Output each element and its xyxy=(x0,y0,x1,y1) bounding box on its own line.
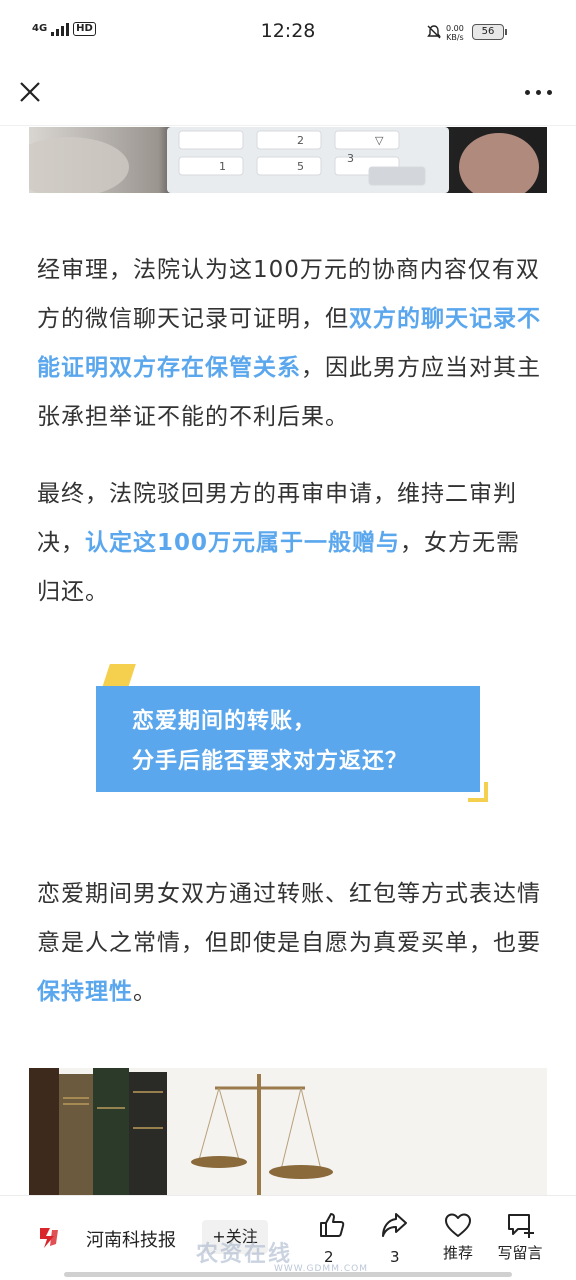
source-name[interactable]: 河南科技报 xyxy=(86,1226,176,1252)
article-paragraph-3: 恋爱期间男女双方通过转账、红包等方式表达情意是人之常情，但即使是自愿为真爱买单，… xyxy=(37,870,541,1017)
status-bar: 4G HD 12:28 0.00 KB/s 56 xyxy=(0,0,576,64)
speed-unit: KB/s xyxy=(446,33,464,42)
paragraph-text: 恋爱期间男女双方通过转账、红包等方式表达情意是人之常情，但即使是自愿为真爱买单，… xyxy=(37,881,541,956)
highlighted-text: 保持理性 xyxy=(37,979,133,1005)
highlighted-text: 认定这100万元属于一般赠与 xyxy=(85,530,401,556)
heading-line-1: 恋爱期间的转账， xyxy=(132,709,317,734)
battery-icon: 56 xyxy=(472,24,507,40)
article-header xyxy=(0,64,576,126)
heading-line-2: 分手后能否要求对方返还？ xyxy=(132,749,409,774)
article-image-phone: 2 ▽ 1 5 3 xyxy=(29,127,547,193)
share-button[interactable]: 3 xyxy=(364,1210,424,1266)
svg-text:3: 3 xyxy=(347,152,354,165)
share-icon xyxy=(382,1213,407,1237)
svg-text:5: 5 xyxy=(297,160,304,173)
share-count: 3 xyxy=(390,1248,400,1266)
article-image-scales xyxy=(29,1068,547,1198)
section-heading: 恋爱期间的转账， 分手后能否要求对方返还？ xyxy=(96,686,480,792)
section-heading-box: 恋爱期间的转账， 分手后能否要求对方返还？ xyxy=(96,664,496,810)
svg-text:1: 1 xyxy=(219,160,226,173)
paragraph-text: 。 xyxy=(133,979,157,1005)
article-paragraph-2: 最终，法院驳回男方的再审申请，维持二审判决，认定这100万元属于一般赠与，女方无… xyxy=(37,470,541,617)
svg-text:▽: ▽ xyxy=(375,134,384,147)
comment-label: 写留言 xyxy=(497,1244,543,1262)
thumbs-up-icon xyxy=(320,1213,345,1237)
more-options-icon[interactable] xyxy=(525,82,552,102)
comment-button[interactable]: 写留言 xyxy=(490,1210,550,1263)
speed-value: 0.00 xyxy=(446,24,464,33)
comment-plus-icon xyxy=(508,1214,534,1238)
close-icon[interactable] xyxy=(16,78,44,106)
recommend-label: 推荐 xyxy=(442,1244,473,1262)
home-indicator[interactable] xyxy=(64,1272,512,1277)
heart-icon xyxy=(445,1213,471,1237)
svg-text:2: 2 xyxy=(297,134,304,147)
like-button[interactable]: 2 xyxy=(302,1210,362,1266)
decor-corner xyxy=(468,782,488,802)
source-logo-icon[interactable] xyxy=(36,1224,62,1250)
muted-bell-icon xyxy=(427,25,441,39)
network-speed: 0.00 KB/s xyxy=(446,24,464,42)
article-paragraph-1: 经审理，法院认为这100万元的协商内容仅有双方的微信聊天记录可证明，但双方的聊天… xyxy=(37,246,541,442)
recommend-button[interactable]: 推荐 xyxy=(428,1210,488,1263)
